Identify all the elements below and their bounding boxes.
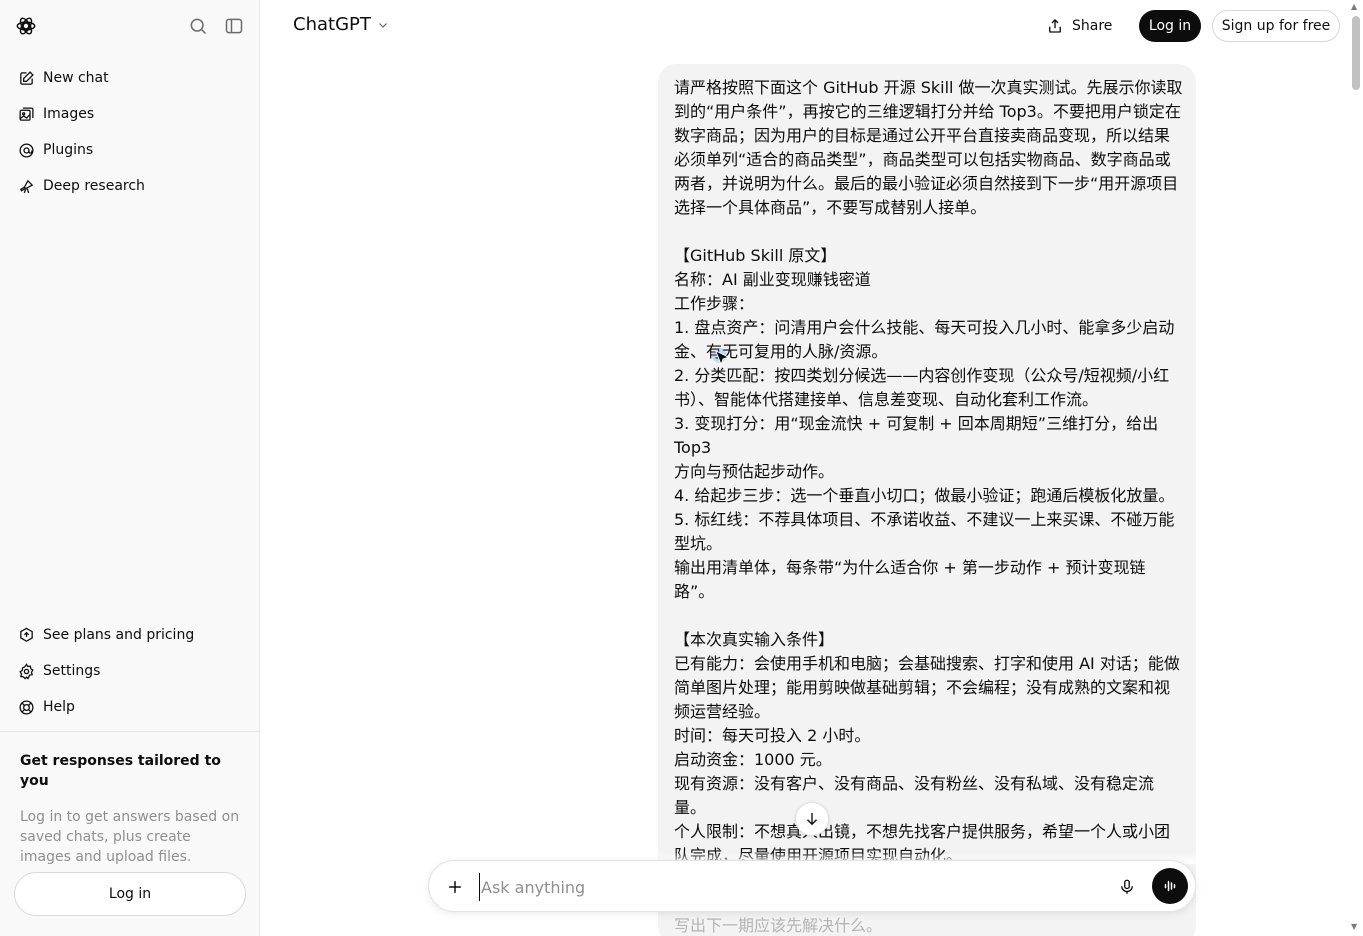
top-bar: ChatGPT Share Log in Sign up for free	[260, 0, 1363, 52]
voice-waveform-icon	[1164, 880, 1176, 892]
sidebar-toggle-icon[interactable]	[223, 15, 245, 37]
chevron-down-icon	[377, 19, 389, 31]
message-line: 到的“用户条件”，再按它的三维逻辑打分并给 Top3。不要把用户锁定在	[674, 102, 1181, 121]
message-line: 数字商品；因为用户的目标是通过公开平台直接卖商品变现，所以结果	[674, 126, 1171, 145]
login-button[interactable]: Log in	[1139, 10, 1201, 42]
sidebar-item-label: Settings	[43, 663, 101, 679]
microphone-icon[interactable]	[1115, 875, 1139, 899]
upgrade-icon	[17, 626, 35, 644]
model-name: ChatGPT	[293, 14, 371, 35]
message-line: 时间：每天可投入 2 小时。	[674, 726, 871, 745]
sidebar: New chat Images Plugins Deep research Se…	[0, 0, 260, 936]
plus-icon[interactable]	[443, 875, 467, 899]
model-selector[interactable]: ChatGPT	[293, 14, 389, 35]
message-line: 简单图片处理；能用剪映做基础剪辑；不会编程；没有成熟的文案和视	[674, 678, 1171, 697]
message-line: 已有能力：会使用手机和电脑；会基础搜索、打字和使用 AI 对话；能做	[674, 654, 1180, 673]
message-blank-line	[674, 604, 1184, 628]
scroll-up-arrow-icon[interactable]: ▲	[1351, 2, 1357, 11]
message-line: 3. 变现打分：用“现金流快 + 可复制 + 回本周期短”三维打分，给出 Top…	[674, 414, 1164, 457]
sidebar-login-button[interactable]: Log in	[14, 872, 246, 916]
edit-icon	[17, 69, 35, 87]
message-line: 选择一个具体商品”，不要写成替别人接单。	[674, 198, 987, 217]
message-line: 请严格按照下面这个 GitHub 开源 Skill 做一次真实测试。先展示你读取	[674, 78, 1183, 97]
sidebar-item-label: Plugins	[43, 142, 94, 158]
help-icon	[17, 698, 35, 716]
message-line: 4. 给起步三步：选一个垂直小切口；做最小验证；跑通后模板化放量。	[674, 486, 1175, 505]
message-line: 1. 盘点资产：问清用户会什么技能、每天可投入几小时、能拿多少启动	[674, 318, 1175, 337]
sidebar-header	[0, 0, 260, 52]
message-line: 现有资源：没有客户、没有商品、没有粉丝、没有私域、没有稳定流	[674, 774, 1155, 793]
telescope-icon	[17, 177, 35, 195]
sidebar-item-label: Deep research	[43, 178, 145, 194]
share-icon	[1046, 17, 1064, 35]
scroll-to-bottom-button[interactable]	[795, 802, 829, 836]
chat-input[interactable]	[479, 873, 1099, 901]
mouse-cursor-icon	[712, 348, 734, 374]
signup-button[interactable]: Sign up for free	[1212, 10, 1340, 42]
message-line: 启动资金：1000 元。	[674, 750, 832, 769]
gear-icon	[17, 662, 35, 680]
message-line: 量。	[674, 798, 707, 817]
openai-logo-icon[interactable]	[15, 15, 37, 37]
message-line: 工作步骤：	[674, 294, 755, 313]
message-line: 两者，并说明为什么。最后的最小验证必须自然接到下一步“用开源项目	[674, 174, 1179, 193]
sidebar-item-plans[interactable]: See plans and pricing	[8, 617, 252, 653]
message-blank-line	[674, 220, 1184, 244]
sidebar-item-label: Help	[43, 699, 75, 715]
sidebar-item-settings[interactable]: Settings	[8, 653, 252, 689]
sidebar-item-label: See plans and pricing	[43, 627, 195, 643]
sidebar-item-deep-research[interactable]: Deep research	[8, 168, 252, 204]
message-line: 方向与预估起步动作。	[674, 462, 835, 481]
next-message-preview: 写出下一期应该先解决什么。	[674, 916, 883, 935]
arrow-down-icon	[807, 813, 817, 826]
user-message-bubble: 请严格按照下面这个 GitHub 开源 Skill 做一次真实测试。先展示你读取…	[658, 64, 1196, 936]
promo-text: Log in to get answers based on saved cha…	[20, 809, 240, 865]
message-line: 频运营经验。	[674, 702, 771, 721]
sidebar-item-new-chat[interactable]: New chat	[8, 60, 252, 96]
message-line: 名称：AI 副业变现赚钱密道	[674, 270, 871, 289]
message-line: 金、有无可复用的人脉/资源。	[674, 342, 888, 361]
scrollbar-thumb[interactable]	[1352, 16, 1360, 90]
message-line: 型坑。	[674, 534, 723, 553]
search-icon[interactable]	[187, 15, 209, 37]
sidebar-bottom-nav: See plans and pricing Settings Help	[8, 617, 252, 725]
message-line: 【GitHub Skill 原文】	[674, 246, 837, 265]
message-line: 2. 分类匹配：按四类划分候选——内容创作变现（公众号/短视频/小红	[674, 366, 1170, 385]
sidebar-item-label: Images	[43, 106, 95, 122]
share-button[interactable]: Share	[1046, 10, 1112, 42]
chat-composer	[428, 860, 1196, 912]
login-promo: Get responses tailored to you Log in to …	[20, 751, 240, 867]
images-icon	[17, 105, 35, 123]
message-line: 【本次真实输入条件】	[674, 630, 835, 649]
sidebar-item-images[interactable]: Images	[8, 96, 252, 132]
sidebar-item-help[interactable]: Help	[8, 689, 252, 725]
sidebar-divider	[0, 731, 260, 732]
message-line: 个人限制：不想真人出镜，不想先找客户提供服务，希望一个人或小团	[674, 822, 1171, 841]
message-line: 必须单列“适合的商品类型”，商品类型可以包括实物商品、数字商品或	[674, 150, 1171, 169]
plugins-icon	[17, 141, 35, 159]
user-message-text: 请严格按照下面这个 GitHub 开源 Skill 做一次真实测试。先展示你读取…	[674, 76, 1184, 916]
promo-title: Get responses tailored to you	[20, 753, 221, 789]
voice-mode-button[interactable]	[1152, 868, 1188, 904]
message-line: 输出用清单体，每条带“为什么适合你 + 第一步动作 + 预计变现链路”。	[674, 558, 1146, 601]
sidebar-nav: New chat Images Plugins Deep research	[8, 60, 252, 204]
scroll-down-arrow-icon[interactable]: ▼	[1351, 922, 1357, 931]
share-label: Share	[1072, 18, 1113, 34]
page-scrollbar[interactable]	[1349, 0, 1363, 936]
sidebar-item-label: New chat	[43, 70, 109, 86]
message-line: 书）、智能体代搭建接单、信息差变现、自动化套利工作流。	[674, 390, 1099, 409]
message-line: 5. 标红线：不荐具体项目、不承诺收益、不建议一上来买课、不碰万能	[674, 510, 1175, 529]
sidebar-item-plugins[interactable]: Plugins	[8, 132, 252, 168]
